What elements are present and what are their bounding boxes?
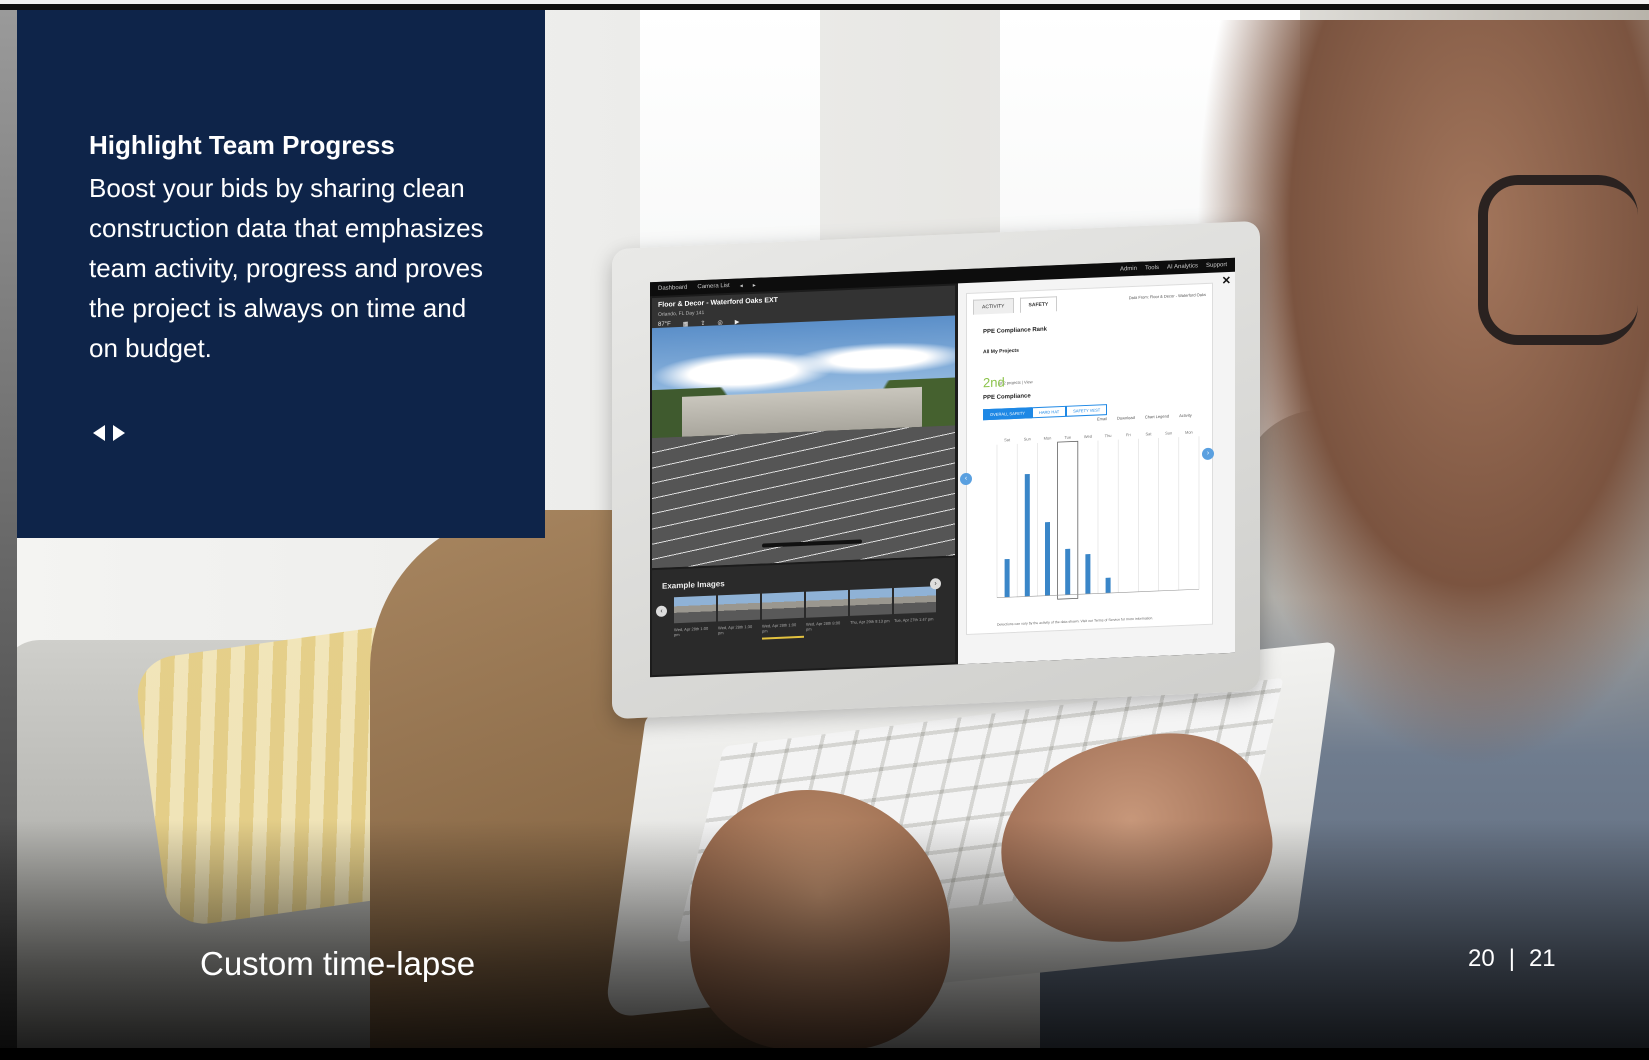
camera-title: Floor & Decor - Waterford Oaks EXT bbox=[658, 296, 778, 309]
chevron-right-icon[interactable]: › bbox=[930, 578, 941, 590]
nav-support[interactable]: Support bbox=[1206, 262, 1227, 269]
rank-heading: PPE Compliance Rank bbox=[983, 326, 1048, 336]
thumbnail-caption: Wed, Apr 28th 1:30 pm bbox=[718, 623, 753, 636]
thumbnail[interactable] bbox=[674, 595, 716, 624]
camera-view[interactable]: Floor & Decor - Waterford Oaks EXT Orlan… bbox=[652, 285, 955, 569]
nav-camera-list[interactable]: Camera List bbox=[697, 283, 729, 290]
legend-chart: Chart Legend bbox=[1144, 413, 1170, 420]
tab-safety[interactable]: SAFETY bbox=[1019, 296, 1058, 313]
thumbnail-caption: Wed, Apr 28th 1:00 pm bbox=[762, 622, 797, 634]
thumbnail-caption: Thu, Apr 29th 9:13 pm bbox=[850, 618, 890, 625]
settings-icon[interactable]: ◎ bbox=[717, 319, 722, 326]
share-icon[interactable]: ⇪ bbox=[700, 320, 705, 327]
info-card: Highlight Team Progress Boost your bids … bbox=[17, 10, 545, 538]
nav-next[interactable]: ▸ bbox=[753, 281, 756, 288]
nav-tools[interactable]: Tools bbox=[1145, 265, 1159, 272]
selected-thumbnail-indicator bbox=[762, 635, 804, 640]
bottom-band bbox=[0, 1048, 1649, 1057]
disclaimer: Detections can vary by the activity of t… bbox=[997, 616, 1154, 627]
nav-prev[interactable]: ◂ bbox=[740, 282, 743, 289]
thumbnail[interactable] bbox=[806, 589, 848, 618]
x-tick-label: Mon bbox=[1185, 430, 1193, 435]
compliance-segments: OVERALL SAFETY HARD HAT SAFETY VEST bbox=[983, 404, 1108, 421]
all-projects-label: All My Projects bbox=[983, 347, 1019, 356]
example-images: Example Images ‹ › Wed, Apr 28th 1:00 pm… bbox=[652, 557, 955, 676]
thumbnail-caption: Wed, Apr 28th 1:00 pm bbox=[674, 625, 709, 638]
x-tick-label: Thu bbox=[1105, 433, 1112, 438]
x-tick-label: Sun bbox=[1165, 430, 1172, 435]
camera-parking-lot bbox=[652, 425, 955, 569]
topbar-right: Admin Tools AI Analytics Support bbox=[1120, 262, 1227, 272]
thumbnail[interactable] bbox=[850, 588, 892, 616]
x-tick-label: Fri bbox=[1126, 432, 1131, 437]
info-title: Highlight Team Progress bbox=[89, 130, 395, 160]
bar[interactable] bbox=[1024, 473, 1030, 597]
segment-overall-safety[interactable]: OVERALL SAFETY bbox=[983, 407, 1032, 421]
thumbnail-caption: Tue, Apr 27th 1:47 pm bbox=[894, 616, 934, 624]
thumbnail-caption: Wed, Apr 28th 8:00 pm bbox=[806, 620, 841, 632]
analytics-panel: ✕ ACTIVITY SAFETY Data From: Floor & Dec… bbox=[958, 271, 1235, 665]
bar[interactable] bbox=[1105, 577, 1111, 594]
bar[interactable] bbox=[1045, 522, 1050, 596]
page-left: 20 bbox=[1468, 945, 1495, 972]
compliance-heading: PPE Compliance bbox=[983, 393, 1031, 402]
bottom-shade bbox=[0, 820, 1649, 1060]
close-icon[interactable]: ✕ bbox=[1222, 274, 1231, 287]
video-icon[interactable]: ▶ bbox=[735, 319, 740, 326]
x-tick-label: Mon bbox=[1044, 435, 1052, 440]
x-tick-label: Wed bbox=[1084, 434, 1092, 439]
segment-safety-vest[interactable]: SAFETY VEST bbox=[1066, 404, 1108, 417]
legend-email[interactable]: Email bbox=[1097, 416, 1107, 421]
nav-admin[interactable]: Admin bbox=[1120, 266, 1137, 273]
page-right: 21 bbox=[1528, 945, 1556, 972]
temperature-readout: 87°F bbox=[658, 321, 671, 328]
bar[interactable] bbox=[1065, 548, 1071, 595]
page-separator: | bbox=[1508, 945, 1515, 972]
glasses bbox=[1478, 175, 1638, 345]
thumbnail[interactable] bbox=[762, 591, 804, 620]
segment-hard-hat[interactable]: HARD HAT bbox=[1031, 405, 1067, 419]
laptop-screen: Dashboard Camera List ◂ ▸ Admin Tools AI… bbox=[650, 257, 1235, 678]
nav-ai-analytics[interactable]: AI Analytics bbox=[1167, 263, 1198, 270]
bar[interactable] bbox=[1004, 558, 1010, 598]
calendar-icon[interactable]: ▦ bbox=[683, 321, 689, 328]
panel-tabs: ACTIVITY SAFETY bbox=[967, 284, 1212, 315]
analytics-card: ACTIVITY SAFETY Data From: Floor & Decor… bbox=[966, 282, 1213, 636]
nav-dashboard[interactable]: Dashboard bbox=[658, 285, 687, 292]
triangle-left-icon[interactable] bbox=[93, 425, 105, 441]
triangle-right-icon[interactable] bbox=[113, 425, 125, 441]
chart-legend: Email Download Chart Legend Activity bbox=[1097, 413, 1192, 422]
x-tick-label: Sun bbox=[1024, 436, 1031, 441]
chevron-left-icon[interactable]: ‹ bbox=[656, 605, 667, 618]
thumbnail[interactable] bbox=[894, 586, 936, 615]
x-tick-label: Tue bbox=[1064, 435, 1072, 440]
thumbnail[interactable] bbox=[718, 593, 760, 622]
x-tick-label: Sat bbox=[1145, 431, 1152, 436]
caption: Custom time-lapse bbox=[200, 945, 476, 982]
page-numbers: 20 | 21 bbox=[1468, 945, 1556, 973]
example-images-title: Example Images bbox=[662, 579, 725, 591]
tab-activity[interactable]: ACTIVITY bbox=[973, 298, 1014, 315]
carousel-arrows bbox=[93, 425, 125, 441]
legend-activity[interactable]: Activity bbox=[1179, 413, 1192, 419]
rank-subtext: of 2 projects | View bbox=[999, 379, 1033, 386]
bar[interactable] bbox=[1085, 554, 1091, 595]
info-body: Boost your bids by sharing clean constru… bbox=[89, 173, 484, 363]
legend-download[interactable]: Download bbox=[1117, 415, 1135, 421]
compliance-chart: Sat Sun Mon Tue Wed Thu Fri Sat Sun Mon bbox=[996, 430, 1200, 600]
x-tick-label: Sat bbox=[1004, 437, 1011, 442]
camera-subtitle: Orlando, FL Day 141 bbox=[658, 309, 705, 318]
